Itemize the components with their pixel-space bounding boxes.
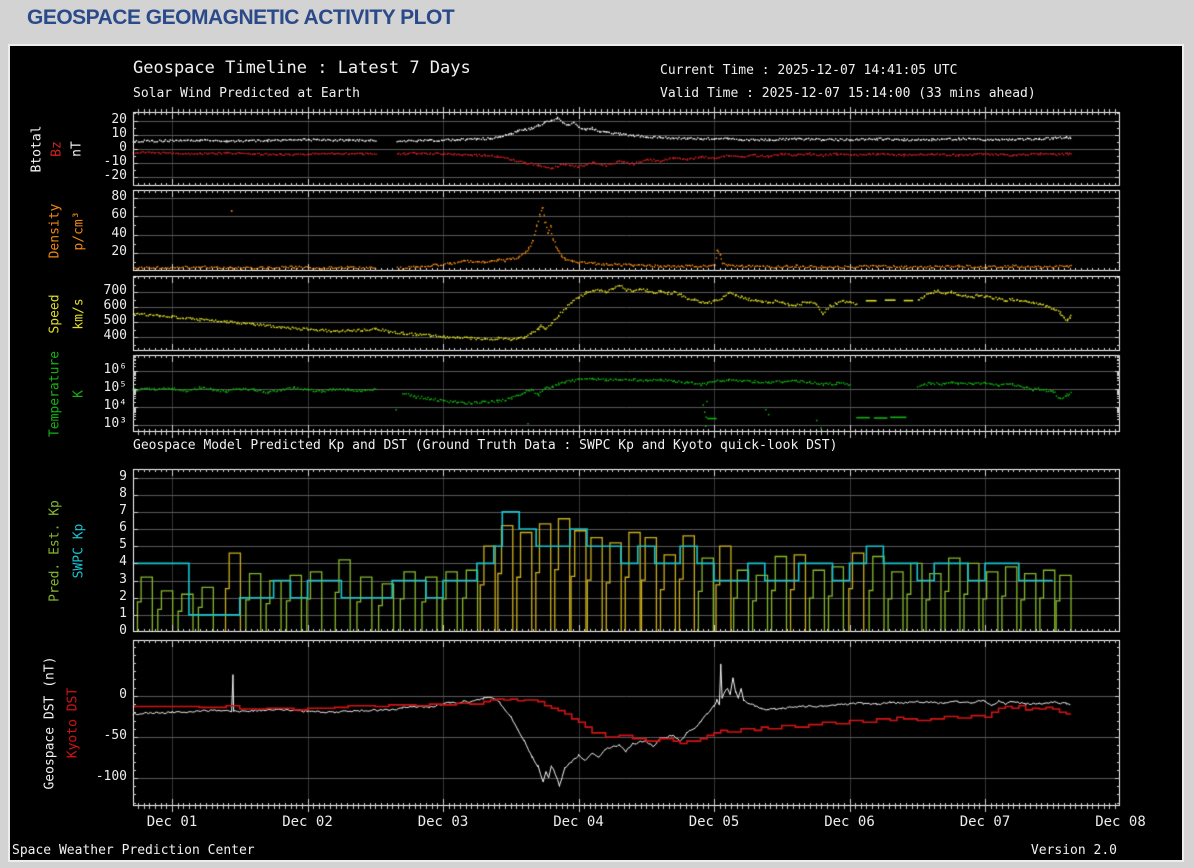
- axis-label-dst: Geospace DST (nT): [42, 656, 58, 790]
- y-tick-label: 1: [119, 605, 127, 621]
- section1-title: Solar Wind Predicted at Earth: [133, 86, 360, 101]
- axis-label-kp: Pred. Est. Kp: [47, 499, 63, 602]
- x-tick-label: Dec 03: [417, 814, 469, 830]
- y-tick-label: -20: [103, 168, 127, 184]
- axis-label-density: p/cm³: [71, 210, 87, 251]
- chart-canvas: [10, 46, 1182, 860]
- x-tick-label: Dec 02: [282, 814, 333, 830]
- y-tick-label: -100: [95, 769, 127, 785]
- x-tick-label: Dec 04: [553, 814, 604, 830]
- x-tick-label: Dec 06: [824, 814, 875, 830]
- axis-label-density: Density: [47, 203, 63, 258]
- y-tick-label: 8: [119, 485, 127, 501]
- footer-version: Version 2.0: [1030, 843, 1117, 858]
- y-tick-label: 0: [119, 623, 127, 638]
- axis-label-speed: km/s: [71, 297, 87, 330]
- footer-credit: Space Weather Prediction Center: [12, 843, 255, 858]
- axis-label-dst: Kyoto DST: [65, 687, 81, 759]
- y-tick-label: 7: [119, 502, 127, 518]
- axis-label-imf: nT: [69, 141, 85, 157]
- y-tick-label: 10³: [103, 415, 127, 431]
- y-tick-label: 400: [103, 328, 127, 344]
- y-tick-label: 80: [111, 189, 127, 205]
- y-tick-label: 10⁶: [103, 362, 127, 378]
- axis-label-imf: Bz: [49, 141, 65, 157]
- page: GEOSPACE GEOMAGNETIC ACTIVITY PLOT Geosp…: [0, 0, 1194, 868]
- current-time: Current Time : 2025-12-07 14:41:05 UTC: [660, 63, 958, 78]
- y-tick-label: 9: [119, 468, 127, 484]
- y-tick-label: 700: [103, 283, 127, 299]
- axis-label-kp: SWPC Kp: [71, 523, 87, 578]
- y-tick-label: 20: [111, 111, 127, 127]
- x-tick-label: Dec 01: [146, 814, 198, 830]
- axis-label-imf: Btotal: [29, 125, 45, 173]
- page-title: GEOSPACE GEOMAGNETIC ACTIVITY PLOT: [27, 6, 455, 29]
- section2-title: Geospace Model Predicted Kp and DST (Gro…: [133, 438, 838, 453]
- axis-label-temperature: Temperature: [47, 350, 63, 437]
- valid-time: Valid Time : 2025-12-07 15:14:00 (33 min…: [660, 86, 1036, 101]
- y-tick-label: 2: [119, 588, 127, 604]
- x-tick-label: Dec 07: [959, 814, 1011, 830]
- axis-label-temperature: K: [71, 389, 87, 398]
- x-tick-label: Dec 08: [1095, 814, 1146, 830]
- axis-label-speed: Speed: [47, 293, 63, 334]
- plot-title: Geospace Timeline : Latest 7 Days: [133, 58, 471, 78]
- x-tick-label: Dec 05: [688, 814, 740, 830]
- plot-panel: Geospace Timeline : Latest 7 Days Curren…: [8, 44, 1184, 862]
- y-tick-label: 10: [111, 125, 127, 141]
- y-tick-label: 10⁴: [103, 397, 127, 413]
